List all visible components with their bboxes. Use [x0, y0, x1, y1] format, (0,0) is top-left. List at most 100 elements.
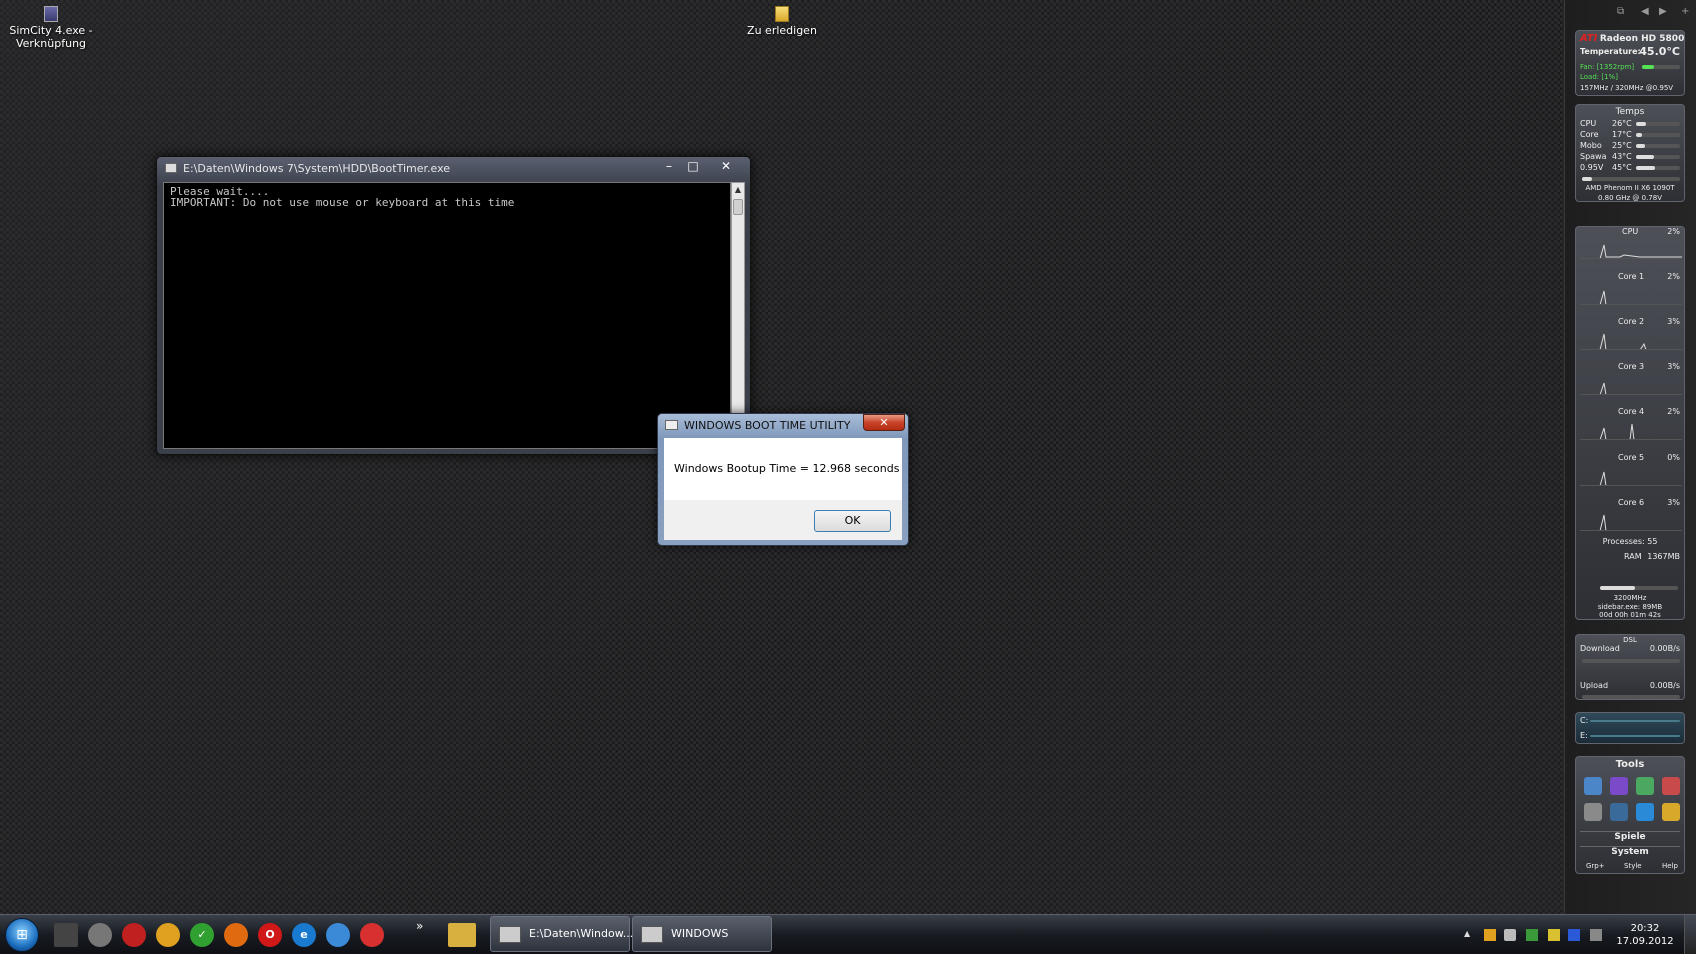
sidebar-next-icon[interactable]: ▶: [1659, 6, 1667, 17]
ram-bar: [1600, 586, 1678, 590]
tray-app-icon[interactable]: [1484, 929, 1496, 941]
maximize-button[interactable]: □: [681, 158, 705, 175]
firefox-icon[interactable]: [224, 923, 248, 947]
console-output: Please wait.... IMPORTANT: Do not use mo…: [163, 182, 731, 449]
tool-sync-icon[interactable]: [1636, 803, 1654, 821]
gadget-sidebar: ⧉ ◀ ▶ + ATI Radeon HD 5800 Temperature: …: [1564, 0, 1696, 914]
temp-label: 0.95V: [1580, 163, 1604, 172]
sidebar-add-icon[interactable]: +: [1681, 6, 1689, 17]
tools-title: Tools: [1615, 759, 1645, 770]
tools-style-button[interactable]: Style: [1624, 861, 1642, 871]
show-desktop-button[interactable]: [1684, 915, 1696, 954]
tray-expand-icon[interactable]: ▲: [1464, 929, 1470, 938]
core-6-graph: [1580, 514, 1682, 531]
temp-value: 17°C: [1612, 130, 1632, 139]
explorer-folder-icon[interactable]: [448, 923, 476, 947]
system-category[interactable]: System: [1580, 846, 1680, 857]
taskbar-button-dialog[interactable]: WINDOWS BOOT...: [632, 916, 772, 952]
temp-value: 26°C: [1612, 119, 1632, 128]
dialog-title: WINDOWS BOOT TIME UTILITY: [684, 419, 851, 432]
core-2-graph: [1580, 333, 1682, 350]
taskbar-button-label: E:\Daten\Window...: [529, 927, 634, 940]
dialog-app-icon: [665, 420, 678, 430]
boot-time-dialog[interactable]: WINDOWS BOOT TIME UTILITY ✕ Windows Boot…: [657, 413, 909, 546]
console-line: IMPORTANT: Do not use mouse or keyboard …: [170, 196, 515, 209]
security-check-icon[interactable]: ✓: [190, 923, 214, 947]
minimize-button[interactable]: –: [657, 158, 681, 175]
core-label: Core 1: [1618, 272, 1645, 281]
drives-gadget[interactable]: C: E:: [1575, 712, 1685, 744]
sidebar-restore-icon[interactable]: ⧉: [1617, 6, 1624, 17]
flashget-icon[interactable]: [360, 923, 384, 947]
download-value: 0.00B/s: [1649, 644, 1680, 653]
dialog-close-button[interactable]: ✕: [863, 414, 905, 431]
taskbar-button-label: WINDOWS BOOT...: [671, 927, 729, 940]
network-icon[interactable]: [1526, 929, 1538, 941]
core-label: Core 4: [1618, 407, 1645, 416]
opera-icon[interactable]: O: [258, 923, 282, 947]
temps-gadget[interactable]: Temps CPU 26°C Core 17°C Mobo 25°C Spawa 43°…: [1575, 104, 1685, 202]
taskbar-button-console[interactable]: E:\Daten\Window...: [490, 916, 634, 952]
cleaner-icon[interactable]: [88, 923, 112, 947]
show-desktop-icon[interactable]: [54, 923, 78, 947]
tool-afterburner-icon[interactable]: [1662, 777, 1680, 795]
ok-button[interactable]: OK: [814, 510, 891, 532]
download-bar: [1582, 659, 1680, 663]
temps-title: Temps: [1615, 107, 1645, 117]
ati-logo: ATI: [1580, 33, 1598, 44]
core-value: 3%: [1667, 362, 1680, 371]
core-value: 2%: [1667, 407, 1680, 416]
antivirus-icon[interactable]: [122, 923, 146, 947]
keyboard-icon[interactable]: [1548, 929, 1560, 941]
tools-gadget[interactable]: Tools Spiele System Grp+ Style Help: [1575, 756, 1685, 874]
system-clock[interactable]: 20:32 17.09.2012: [1612, 922, 1678, 948]
cpu-graph: [1580, 244, 1682, 259]
temp-value: 45°C: [1612, 163, 1632, 172]
quicklaunch-overflow-icon[interactable]: »: [416, 919, 423, 933]
folder-icon: [775, 6, 789, 22]
core-5-graph: [1580, 471, 1682, 486]
upload-value: 0.00B/s: [1649, 681, 1680, 690]
core-value: 0%: [1667, 453, 1680, 462]
gpu-temp-label: Temperature:: [1580, 47, 1641, 56]
shield-icon[interactable]: [156, 923, 180, 947]
close-button[interactable]: ✕: [707, 158, 745, 175]
core-value: 3%: [1667, 498, 1680, 507]
tool-cpuz-icon[interactable]: [1610, 777, 1628, 795]
language-icon[interactable]: [1568, 929, 1580, 941]
cpu-gadget[interactable]: CPU 2% Core 1 2% Core 2 3% Core 3 3% Core 4 2…: [1575, 226, 1685, 620]
desktop-icon-simcity[interactable]: SimCity 4.exe - Verknüpfung: [0, 6, 106, 50]
tool-windows-icon[interactable]: [1662, 803, 1680, 821]
temp-value: 43°C: [1612, 152, 1632, 161]
globe-icon[interactable]: [326, 923, 350, 947]
temp-label: CPU: [1580, 119, 1597, 128]
temp-label: Core: [1580, 130, 1599, 139]
sidebar-prev-icon[interactable]: ◀: [1641, 6, 1649, 17]
scroll-thumb[interactable]: [733, 199, 743, 215]
temp-value: 25°C: [1612, 141, 1632, 150]
desktop-icon-zu-erledigen[interactable]: Zu erledigen: [727, 6, 837, 37]
tool-wrench-icon[interactable]: [1584, 803, 1602, 821]
tool-window-icon[interactable]: [1610, 803, 1628, 821]
start-button[interactable]: ⊞: [5, 918, 39, 952]
action-center-icon[interactable]: [1590, 929, 1602, 941]
console-scrollbar[interactable]: ▲: [731, 182, 745, 449]
network-gadget[interactable]: DSL Download 0.00B/s Upload 0.00B/s: [1575, 634, 1685, 700]
console-title: E:\Daten\Windows 7\System\HDD\BootTimer.…: [183, 162, 451, 175]
cpu-clock: 0.80 GHz @ 0.78V: [1598, 194, 1662, 202]
console-titlebar[interactable]: E:\Daten\Windows 7\System\HDD\BootTimer.…: [157, 157, 750, 179]
tools-help-button[interactable]: Help: [1662, 861, 1678, 871]
games-category[interactable]: Spiele: [1580, 831, 1680, 842]
internet-explorer-icon[interactable]: e: [292, 923, 316, 947]
tools-grp-button[interactable]: Grp+: [1586, 861, 1605, 871]
volume-icon[interactable]: [1504, 929, 1516, 941]
temp-label: Spawa: [1580, 152, 1607, 161]
core-1-graph: [1580, 290, 1682, 305]
scroll-up-icon[interactable]: ▲: [732, 183, 744, 197]
desktop-icon-label-2: Verknüpfung: [15, 37, 87, 50]
gpu-fan-bar: [1642, 65, 1680, 69]
tool-gpuz-icon[interactable]: [1636, 777, 1654, 795]
console-window[interactable]: E:\Daten\Windows 7\System\HDD\BootTimer.…: [156, 156, 751, 455]
gpu-gadget[interactable]: ATI Radeon HD 5800 Temperature: 45.0°C F…: [1575, 30, 1685, 96]
tool-mail-icon[interactable]: [1584, 777, 1602, 795]
